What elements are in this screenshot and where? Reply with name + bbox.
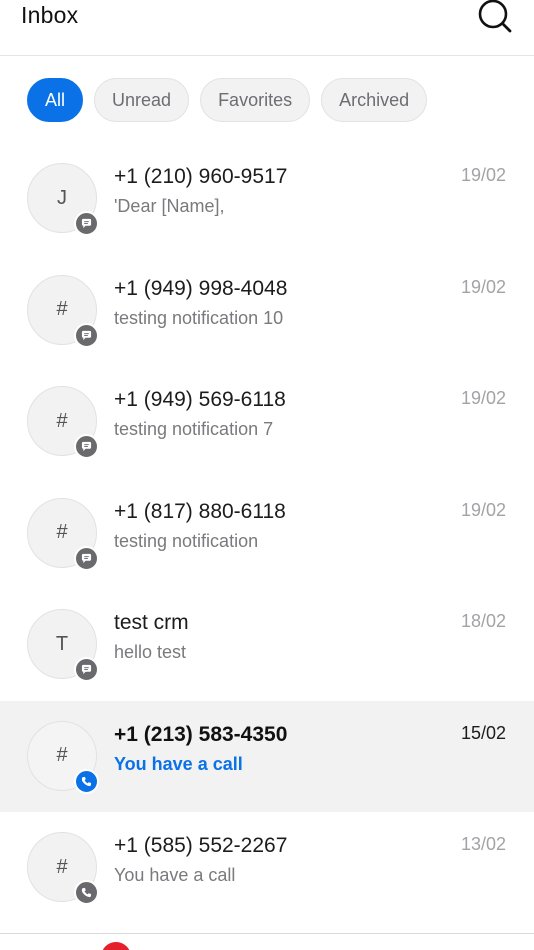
contact-name: +1 (585) 552-2267 xyxy=(114,834,288,857)
conversation-row[interactable]: T test crm hello test 18/02 xyxy=(0,589,534,701)
message-date: 19/02 xyxy=(460,388,506,408)
message-preview: testing notification 10 xyxy=(114,307,284,328)
conversation-row[interactable]: # +1 (213) 583-4350 You have a call 15/0… xyxy=(0,700,534,812)
contact-name: +1 (213) 583-4350 xyxy=(114,722,288,746)
message-date: 19/02 xyxy=(460,165,506,185)
message-preview: 'Dear [Name], xyxy=(114,196,225,216)
call-badge-icon xyxy=(74,880,99,905)
conversation-row[interactable]: # +1 (585) 552-2267 You have a call 13/0… xyxy=(0,812,534,924)
message-preview: You have a call xyxy=(114,865,236,885)
contact-name: +1 (949) 569-6118 xyxy=(114,388,286,411)
filter-chip-favorites[interactable]: Favorites xyxy=(200,78,311,122)
message-preview: You have a call xyxy=(114,753,243,774)
bottom-nav-divider xyxy=(0,933,534,934)
message-badge-icon xyxy=(74,545,99,571)
message-preview: testing notification xyxy=(114,530,259,551)
message-date: 15/02 xyxy=(460,722,506,743)
message-badge-icon xyxy=(74,211,99,236)
filter-chip-unread[interactable]: Unread xyxy=(94,78,190,122)
message-preview: hello test xyxy=(114,642,187,662)
search-icon xyxy=(478,0,512,33)
message-badge-icon xyxy=(74,434,99,459)
search-button[interactable] xyxy=(474,0,514,35)
message-badge-icon xyxy=(74,657,99,682)
filter-chip-all[interactable]: All xyxy=(27,78,84,122)
message-date: 19/02 xyxy=(460,276,506,297)
contact-name: +1 (949) 998-4048 xyxy=(114,276,288,300)
contact-name: test crm xyxy=(114,611,189,634)
conversation-row[interactable]: J +1 (210) 960-9517 'Dear [Name], 19/02 xyxy=(0,143,534,255)
conversation-list: J +1 (210) 960-9517 'Dear [Name], 19/02 … xyxy=(0,143,534,924)
contact-name: +1 (210) 960-9517 xyxy=(114,165,288,188)
conversation-row[interactable]: # +1 (949) 998-4048 testing notification… xyxy=(0,254,534,366)
notification-dot xyxy=(101,942,131,950)
call-badge-icon xyxy=(74,768,99,794)
message-date: 18/02 xyxy=(460,611,506,631)
message-badge-icon xyxy=(74,322,99,348)
message-preview: testing notification 7 xyxy=(114,419,274,439)
conversation-row[interactable]: # +1 (949) 569-6118 testing notification… xyxy=(0,366,534,478)
conversation-row[interactable]: # +1 (817) 880-6118 testing notification… xyxy=(0,477,534,589)
contact-name: +1 (817) 880-6118 xyxy=(114,499,286,523)
app-header: Inbox xyxy=(0,0,534,56)
message-date: 19/02 xyxy=(460,499,506,520)
page-title: Inbox xyxy=(21,2,79,28)
filter-chip-archived[interactable]: Archived xyxy=(321,78,428,122)
message-date: 13/02 xyxy=(460,834,506,854)
filter-chips: All Unread Favorites Archived xyxy=(27,78,428,122)
